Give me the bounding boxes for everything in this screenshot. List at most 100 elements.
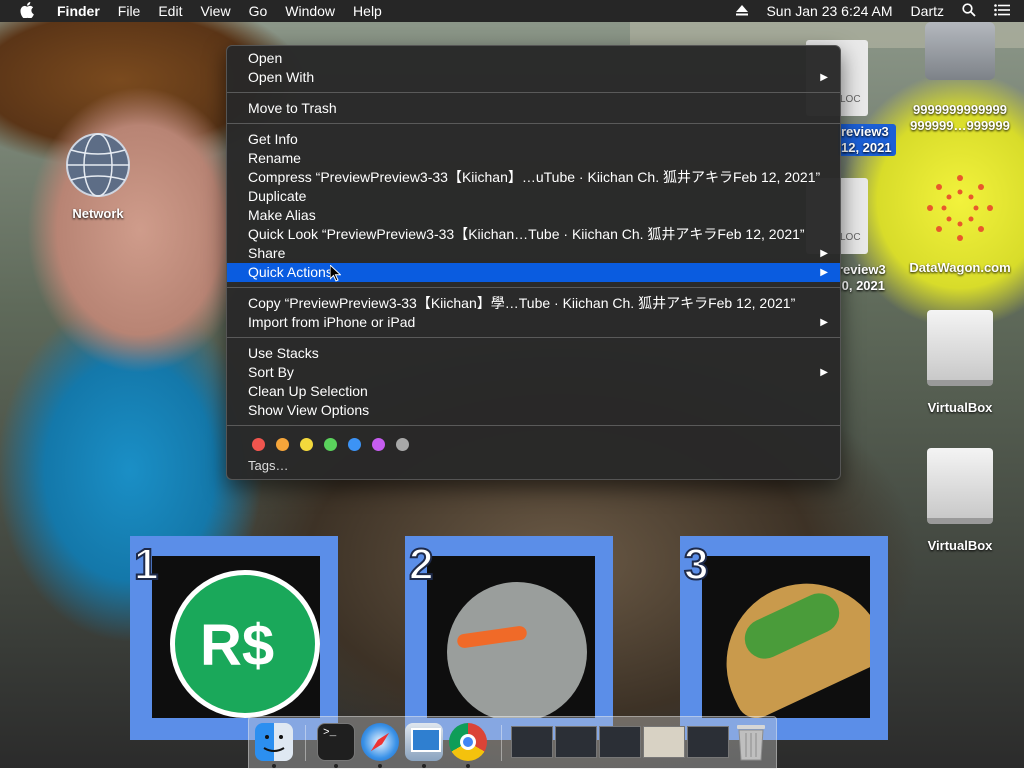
menu-item-duplicate[interactable]: Duplicate	[227, 187, 840, 206]
thumb-number: 1	[133, 539, 160, 590]
running-indicator	[334, 764, 338, 768]
drive-icon	[927, 448, 993, 524]
terminal-icon[interactable]: >_	[317, 723, 355, 761]
virtualbox-label-2: VirtualBox	[927, 538, 993, 553]
thumb-number: 3	[683, 539, 710, 590]
menubar-user[interactable]: Dartz	[902, 3, 953, 19]
submenu-arrow-icon: ▶	[820, 248, 828, 259]
datawagon-logo-icon	[922, 170, 998, 246]
tag-yellow[interactable]	[300, 437, 313, 451]
menu-window[interactable]: Window	[276, 3, 344, 19]
menu-separator	[227, 287, 840, 288]
menubar-clock[interactable]: Sun Jan 23 6:24 AM	[757, 3, 901, 19]
menu-separator	[227, 337, 840, 338]
wallpaper-thumb-3: 3	[680, 536, 888, 740]
minimized-window-thumbnail[interactable]	[687, 726, 729, 758]
menu-item-sort-by[interactable]: Sort By ▶	[227, 363, 840, 382]
tag-orange[interactable]	[276, 437, 289, 451]
minimized-window-thumbnail[interactable]	[643, 726, 685, 758]
tag-red[interactable]	[252, 437, 265, 451]
tag-purple[interactable]	[372, 437, 385, 451]
disk-label-line2: 999999…999999	[910, 118, 1010, 133]
desktop-icon-virtualbox-2[interactable]: VirtualBox	[902, 448, 1018, 554]
menu-help[interactable]: Help	[344, 3, 391, 19]
menu-item-move-to-trash[interactable]: Move to Trash	[227, 99, 840, 118]
file1-label-line1: review3	[841, 124, 889, 139]
menu-item-rename[interactable]: Rename	[227, 149, 840, 168]
menu-item-get-info[interactable]: Get Info	[227, 130, 840, 149]
open-with-label: Open With	[248, 69, 315, 85]
dock: >_	[248, 716, 777, 769]
file-icon-2-label: LOC	[840, 232, 861, 243]
file1-label-line2: 12, 2021	[841, 140, 892, 155]
menu-item-open[interactable]: Open	[227, 49, 840, 68]
menu-item-use-stacks[interactable]: Use Stacks	[227, 344, 840, 363]
eject-icon[interactable]	[727, 3, 757, 19]
share-label: Share	[248, 245, 286, 261]
dock-divider	[305, 725, 306, 761]
running-indicator	[272, 764, 276, 768]
submenu-arrow-icon: ▶	[820, 267, 828, 278]
menu-separator	[227, 425, 840, 426]
minimized-window-thumbnail[interactable]	[555, 726, 597, 758]
file2-label-line2: .0, 2021	[838, 278, 885, 293]
running-indicator	[422, 764, 426, 768]
tag-green[interactable]	[324, 437, 337, 451]
menu-item-share[interactable]: Share ▶	[227, 244, 840, 263]
trash-icon[interactable]	[735, 721, 767, 761]
menu-finder[interactable]: Finder	[48, 3, 109, 19]
finder-icon[interactable]	[255, 723, 293, 761]
preview-icon[interactable]	[405, 723, 443, 761]
disk-label-line1: 9999999999999	[913, 102, 1007, 117]
menu-item-open-with[interactable]: Open With ▶	[227, 68, 840, 87]
hard-disk-icon	[925, 22, 995, 80]
submenu-arrow-icon: ▶	[820, 367, 828, 378]
tag-color-row	[227, 432, 840, 456]
menu-file[interactable]: File	[109, 3, 150, 19]
menu-item-import-iphone[interactable]: Import from iPhone or iPad ▶	[227, 313, 840, 332]
file2-label-line1: review3	[838, 262, 886, 277]
network-globe-icon	[65, 132, 131, 198]
menu-item-make-alias[interactable]: Make Alias	[227, 206, 840, 225]
desktop-file-label-2[interactable]: review3 .0, 2021	[838, 262, 898, 294]
wallpaper-thumb-1: R$ 1	[130, 536, 338, 740]
import-iphone-label: Import from iPhone or iPad	[248, 314, 416, 330]
submenu-arrow-icon: ▶	[820, 317, 828, 328]
menu-item-compress[interactable]: Compress “PreviewPreview3-33【Kiichan】…uT…	[227, 168, 840, 187]
menu-separator	[227, 123, 840, 124]
menu-item-clean-up[interactable]: Clean Up Selection	[227, 382, 840, 401]
minimized-window-thumbnail[interactable]	[599, 726, 641, 758]
virtualbox-label-1: VirtualBox	[927, 400, 993, 415]
running-indicator	[378, 764, 382, 768]
minimized-window-thumbnail[interactable]	[511, 726, 553, 758]
apple-menu-icon[interactable]	[0, 1, 48, 21]
quick-actions-label: Quick Actions	[248, 264, 333, 280]
notification-center-icon[interactable]	[985, 3, 1024, 19]
spotlight-search-icon[interactable]	[953, 2, 985, 20]
menu-view[interactable]: View	[191, 3, 239, 19]
desktop-file-label-1[interactable]: review3 12, 2021	[838, 124, 896, 156]
menu-item-tags[interactable]: Tags…	[227, 456, 840, 475]
desktop-icon-network[interactable]: Network	[62, 132, 134, 222]
wallpaper-thumb-2: 2	[405, 536, 613, 740]
file-icon-1-label: LOC	[840, 94, 861, 105]
menu-item-view-options[interactable]: Show View Options	[227, 401, 840, 420]
menu-bar: Finder File Edit View Go Window Help Sun…	[0, 0, 1024, 22]
network-label: Network	[72, 206, 124, 221]
drive-icon	[927, 310, 993, 386]
desktop-icon-datawagon[interactable]: DataWagon.com	[902, 170, 1018, 276]
menu-go[interactable]: Go	[240, 3, 277, 19]
desktop-icon-disk[interactable]: 9999999999999 999999…999999	[902, 22, 1018, 134]
tag-gray[interactable]	[396, 437, 409, 451]
chrome-icon[interactable]	[449, 723, 487, 761]
menu-item-quick-look[interactable]: Quick Look “PreviewPreview3-33【Kiichan…T…	[227, 225, 840, 244]
menu-item-quick-actions[interactable]: Quick Actions ▶	[227, 263, 840, 282]
datawagon-label: DataWagon.com	[909, 260, 1011, 275]
dock-divider	[501, 725, 502, 761]
desktop-icon-virtualbox-1[interactable]: VirtualBox	[902, 310, 1018, 416]
menu-edit[interactable]: Edit	[149, 3, 191, 19]
running-indicator	[466, 764, 470, 768]
tag-blue[interactable]	[348, 437, 361, 451]
safari-icon[interactable]	[361, 723, 399, 761]
menu-item-copy[interactable]: Copy “PreviewPreview3-33【Kiichan】學…Tube …	[227, 294, 840, 313]
